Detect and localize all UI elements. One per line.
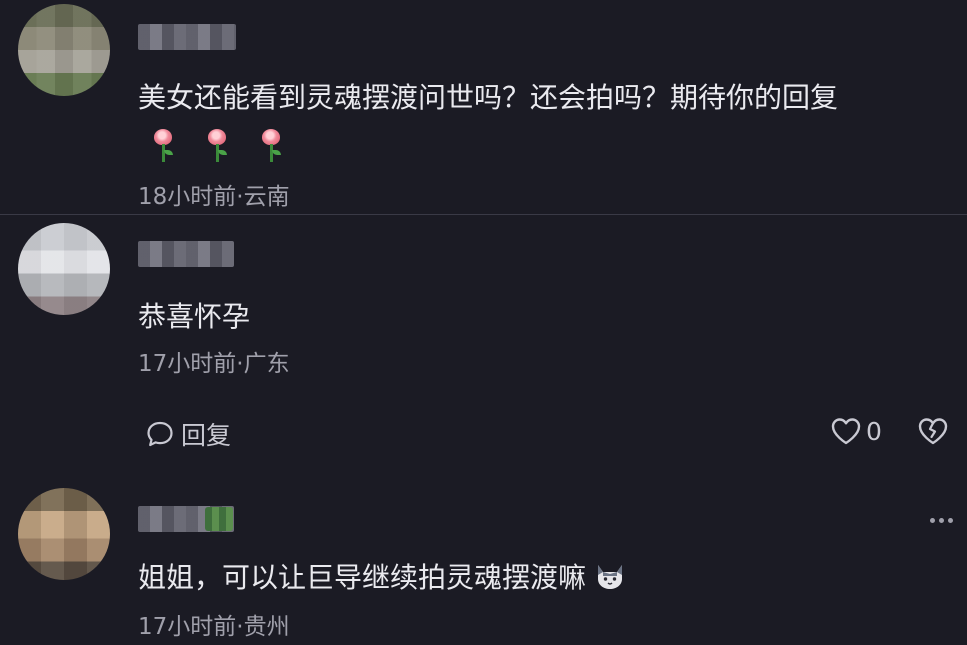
comment-meta: 17小时前·广东 — [138, 351, 290, 377]
dot-icon — [930, 518, 935, 523]
cat-emoji — [598, 565, 623, 589]
rose-emoji — [150, 128, 176, 164]
comment-meta: 18小时前·云南 — [138, 184, 290, 210]
comment-list: 美女还能看到灵魂摆渡问世吗？还会拍吗？期待你的回复 18小时前·云南 恭喜怀孕 … — [0, 0, 967, 645]
avatar-image-blurred — [18, 4, 110, 96]
dot-icon — [939, 518, 944, 523]
like-button[interactable]: 0 — [830, 416, 882, 446]
user-badge-blurred — [205, 507, 233, 531]
comment-text: 美女还能看到灵魂摆渡问世吗？还会拍吗？期待你的回复 — [138, 81, 839, 114]
comment-text-row: 姐姐，可以让巨导继续拍灵魂摆渡嘛 — [138, 558, 626, 598]
username-blurred[interactable] — [138, 24, 236, 50]
comment-text: 恭喜怀孕 — [138, 300, 251, 333]
divider — [0, 214, 967, 215]
username-blurred[interactable] — [138, 241, 234, 267]
emoji-row — [150, 128, 284, 164]
heart-icon — [831, 418, 861, 445]
reply-button[interactable]: 回复 — [145, 416, 231, 452]
rose-emoji — [258, 128, 284, 164]
comment-bubble-icon — [147, 421, 173, 447]
avatar-image-blurred — [18, 223, 110, 315]
avatar[interactable] — [18, 4, 110, 96]
broken-heart-icon — [918, 418, 948, 445]
like-count: 0 — [866, 416, 882, 446]
avatar[interactable] — [18, 223, 110, 315]
comment-text: 姐姐，可以让巨导继续拍灵魂摆渡嘛 — [138, 561, 587, 594]
dot-icon — [948, 518, 953, 523]
more-options-button[interactable] — [930, 518, 953, 523]
avatar-image-blurred — [18, 488, 110, 580]
dislike-button[interactable] — [917, 416, 949, 450]
reply-label: 回复 — [181, 421, 232, 450]
avatar[interactable] — [18, 488, 110, 580]
comment-meta: 17小时前·贵州 — [138, 614, 290, 640]
rose-emoji — [204, 128, 230, 164]
